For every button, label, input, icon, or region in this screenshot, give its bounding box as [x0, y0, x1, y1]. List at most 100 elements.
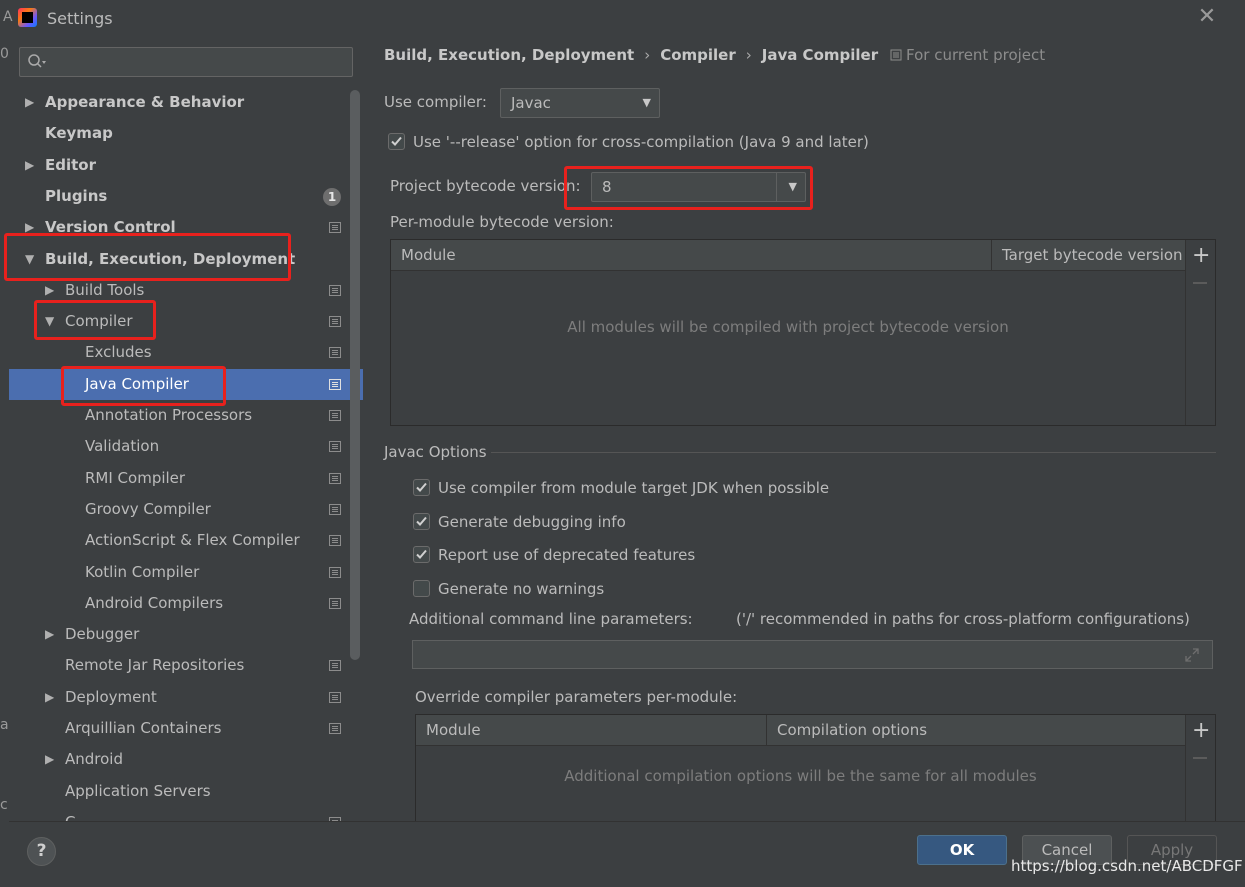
project-scope-icon: [329, 316, 341, 328]
sidebar-item[interactable]: Application Servers: [9, 776, 363, 807]
sidebar-item-label: Annotation Processors: [85, 406, 253, 424]
window-title: Settings: [47, 9, 113, 28]
sidebar-item[interactable]: Remote Jar Repositories: [9, 650, 363, 681]
additional-params-input[interactable]: [412, 640, 1213, 669]
breadcrumb-separator-icon: ›: [644, 46, 651, 64]
sidebar-item[interactable]: ▶ Build Tools: [9, 275, 363, 306]
sidebar-item[interactable]: Groovy Compiler: [9, 494, 363, 525]
column-header-compilation-options[interactable]: Compilation options: [766, 715, 1185, 746]
table-toolbar: +: [1185, 715, 1215, 822]
project-scope-icon: [329, 222, 341, 234]
chevron-right-icon[interactable]: ▶: [45, 275, 54, 306]
sidebar-item-label: Excludes: [85, 343, 152, 362]
sidebar-item[interactable]: Kotlin Compiler: [9, 557, 363, 588]
chevron-right-icon[interactable]: ▶: [25, 150, 34, 181]
sidebar-item[interactable]: ▶ Appearance & Behavior: [9, 87, 363, 118]
sidebar-item-label: Remote Jar Repositories: [65, 656, 245, 675]
checkmark-icon: [416, 549, 427, 559]
sidebar-item[interactable]: Annotation Processors: [9, 400, 363, 431]
expand-icon[interactable]: [1184, 647, 1200, 663]
update-count-badge: 1: [323, 187, 341, 206]
settings-content: Build, Execution, Deployment › Compiler › Ja…: [363, 36, 1245, 822]
sidebar-item[interactable]: ▶ Editor: [9, 150, 363, 181]
chevron-right-icon[interactable]: ▶: [45, 619, 54, 650]
sidebar-item-label: Build Tools: [65, 280, 145, 299]
sidebar-item[interactable]: Arquillian Containers: [9, 713, 363, 744]
title-bar: Settings ✕: [0, 0, 1245, 36]
empty-table-text: All modules will be compiled with projec…: [567, 318, 1009, 336]
background-window-fragment: A: [3, 9, 13, 25]
chevron-right-icon[interactable]: ▶: [45, 682, 54, 713]
debugging-info-label: Generate debugging info: [438, 513, 626, 531]
project-scope-icon: [329, 378, 341, 390]
remove-icon[interactable]: [1193, 757, 1207, 759]
use-compiler-select[interactable]: Javac ▼: [500, 88, 660, 118]
sidebar-item-label: Groovy Compiler: [85, 499, 211, 518]
no-warnings-label: Generate no warnings: [438, 580, 605, 598]
sidebar-item[interactable]: C: [9, 807, 363, 821]
sidebar-item[interactable]: Excludes: [9, 337, 363, 368]
help-icon[interactable]: ?: [27, 837, 56, 866]
breadcrumb-item[interactable]: Compiler: [660, 46, 736, 64]
column-header-target-bytecode[interactable]: Target bytecode version: [991, 240, 1185, 271]
project-bytecode-select[interactable]: 8 ▼: [591, 172, 806, 202]
remove-icon[interactable]: [1193, 282, 1207, 284]
sidebar-item[interactable]: Android Compilers: [9, 588, 363, 619]
intellij-logo-icon: [18, 8, 37, 27]
sidebar-item[interactable]: ▶ Android: [9, 744, 363, 775]
release-option-checkbox[interactable]: [388, 133, 405, 150]
column-header-module[interactable]: Module: [391, 240, 991, 271]
sidebar-scrollbar[interactable]: [350, 90, 360, 660]
sidebar-item-label: Appearance & Behavior: [45, 93, 245, 111]
sidebar-item[interactable]: ▼ Build, Execution, Deployment: [9, 244, 363, 275]
sidebar-item[interactable]: Plugins 1: [9, 181, 363, 212]
chevron-down-icon[interactable]: ▼: [45, 306, 54, 337]
chevron-right-icon[interactable]: ▶: [45, 744, 54, 775]
search-icon: [28, 54, 46, 68]
sidebar-item[interactable]: ▶ Deployment: [9, 682, 363, 713]
project-scope-icon: [329, 597, 341, 609]
breadcrumb-item[interactable]: Build, Execution, Deployment: [384, 46, 634, 64]
deprecated-features-checkbox[interactable]: [413, 546, 430, 563]
settings-search-input[interactable]: [19, 47, 353, 77]
sidebar-item-label: Build, Execution, Deployment: [45, 249, 296, 268]
chevron-down-icon[interactable]: ▼: [25, 244, 34, 275]
table-header: Module Compilation options: [416, 715, 1185, 746]
sidebar-item[interactable]: Validation: [9, 431, 363, 462]
sidebar-item[interactable]: ▶ Debugger: [9, 619, 363, 650]
watermark-text: https://blog.csdn.net/ABCDFGF: [1011, 857, 1243, 875]
use-module-jdk-checkbox[interactable]: [413, 479, 430, 496]
sidebar-item[interactable]: ▶ Version Control: [9, 212, 363, 243]
deprecated-features-label: Report use of deprecated features: [438, 546, 696, 564]
breadcrumb: Build, Execution, Deployment › Compiler › Ja…: [384, 46, 878, 64]
table-toolbar: +: [1185, 240, 1215, 425]
no-warnings-checkbox[interactable]: [413, 580, 430, 597]
add-icon[interactable]: +: [1192, 720, 1210, 742]
breadcrumb-item: Java Compiler: [761, 46, 879, 64]
project-bytecode-label: Project bytecode version:: [390, 177, 581, 195]
dialog-button-bar: ? OK Cancel Apply: [9, 821, 1245, 887]
debugging-info-checkbox[interactable]: [413, 513, 430, 530]
sidebar-item-label: Compiler: [65, 312, 133, 331]
sidebar-item-label: Debugger: [65, 625, 140, 644]
sidebar-item[interactable]: Keymap: [9, 118, 363, 149]
settings-sidebar: ▶ Appearance & Behavior Keymap ▶ Editor Plugi…: [9, 36, 363, 821]
sidebar-item-label: Deployment: [65, 687, 157, 706]
per-module-bytecode-label: Per-module bytecode version:: [390, 213, 614, 231]
chevron-right-icon[interactable]: ▶: [25, 87, 34, 118]
sidebar-item-label: Editor: [45, 155, 96, 174]
add-icon[interactable]: +: [1192, 245, 1210, 267]
sidebar-item[interactable]: ActionScript & Flex Compiler: [9, 525, 363, 556]
sidebar-item-label: Arquillian Containers: [65, 719, 222, 737]
release-option-label: Use '--release' option for cross-compila…: [413, 133, 869, 151]
breadcrumb-separator-icon: ›: [745, 46, 752, 64]
ok-button[interactable]: OK: [917, 835, 1007, 865]
sidebar-item[interactable]: Java Compiler: [9, 368, 363, 400]
sidebar-item[interactable]: ▼ Compiler: [9, 306, 363, 337]
sidebar-item[interactable]: RMI Compiler: [9, 463, 363, 494]
chevron-right-icon[interactable]: ▶: [25, 212, 34, 243]
override-params-label: Override compiler parameters per-module:: [415, 688, 738, 706]
column-header-module[interactable]: Module: [416, 715, 766, 746]
close-icon[interactable]: ✕: [1195, 4, 1219, 30]
sidebar-item-label: Android: [65, 750, 123, 769]
